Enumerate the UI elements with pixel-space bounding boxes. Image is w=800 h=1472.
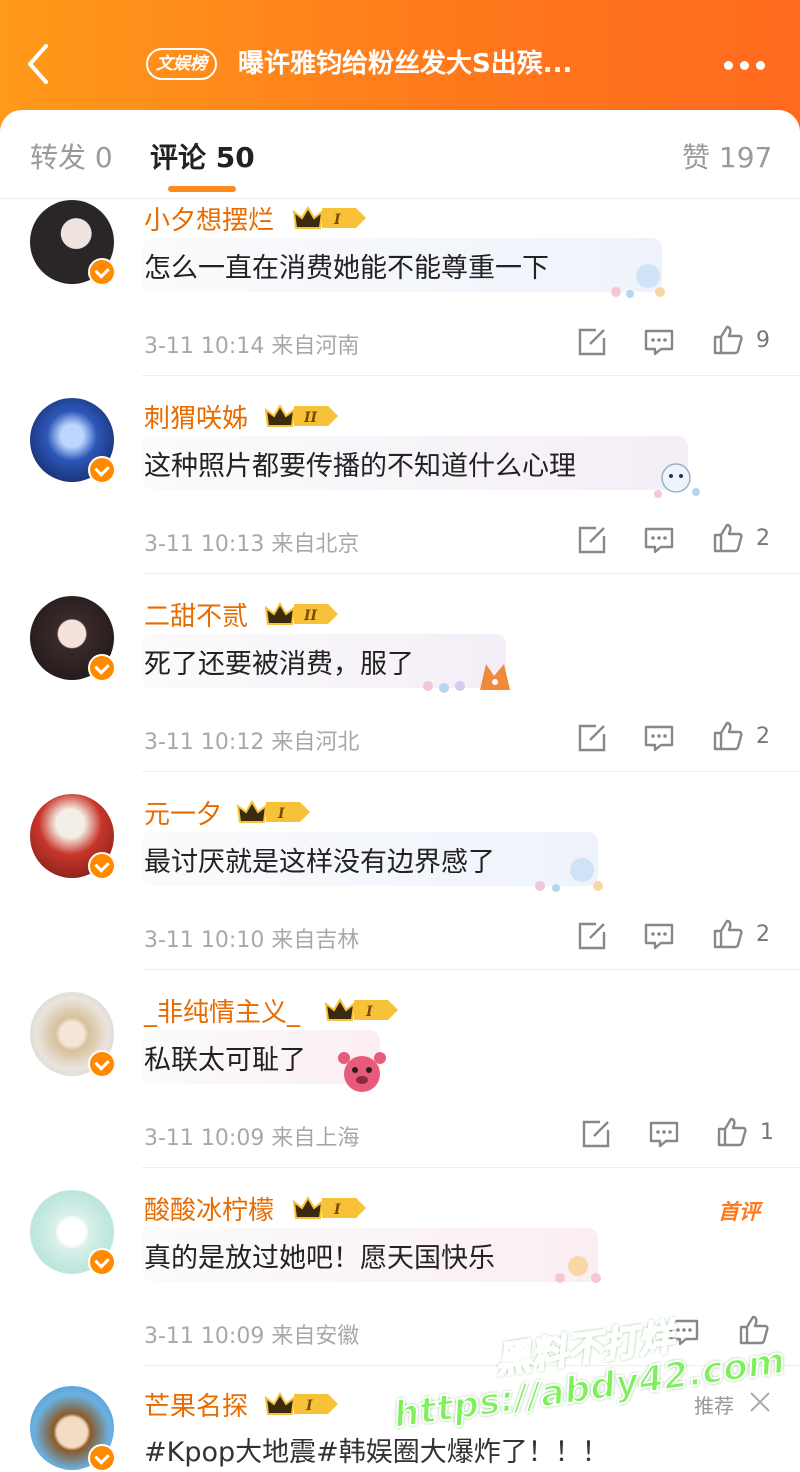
comment-meta: 3-11 10:14 来自河南 <box>144 334 360 359</box>
verified-badge-icon <box>88 1248 116 1276</box>
level-crown-icon: I <box>236 800 310 823</box>
svg-text:II: II <box>303 608 318 624</box>
username[interactable]: 芒果名探 <box>144 1386 248 1423</box>
back-arrow-icon[interactable] <box>20 40 60 88</box>
svg-text:II: II <box>303 410 318 426</box>
level-crown-icon: I <box>292 206 366 229</box>
comment-text[interactable]: #Kpop大地震#韩娱圈大爆炸了！！！ <box>144 1430 609 1469</box>
level-crown-icon: I <box>264 1392 338 1415</box>
verified-badge-icon <box>88 852 116 880</box>
divider <box>142 771 800 772</box>
more-icon[interactable] <box>724 55 774 70</box>
comment-text[interactable]: 最讨厌就是这样没有边界感了 <box>144 840 495 879</box>
reply-icon[interactable] <box>643 524 675 556</box>
avatar[interactable] <box>30 1386 116 1472</box>
like-icon[interactable] <box>712 324 744 356</box>
like-count: 9 <box>756 328 770 353</box>
like-icon[interactable] <box>712 522 744 554</box>
avatar[interactable] <box>30 794 116 880</box>
bubble-decoration-icon <box>611 264 665 298</box>
avatar[interactable] <box>30 596 116 682</box>
reply-icon[interactable] <box>643 722 675 754</box>
verified-badge-icon <box>88 1444 116 1472</box>
level-crown-icon: I <box>324 998 398 1021</box>
tab-comments[interactable]: 评论 50 <box>150 136 255 176</box>
share-icon[interactable] <box>580 1118 612 1150</box>
divider <box>142 969 800 970</box>
close-icon[interactable] <box>748 1390 772 1414</box>
like-icon[interactable] <box>738 1314 770 1346</box>
reply-icon[interactable] <box>643 326 675 358</box>
svg-text:I: I <box>333 1202 341 1218</box>
entertainment-rank-badge[interactable]: 文娱榜 <box>146 48 217 80</box>
svg-text:I: I <box>277 806 285 822</box>
level-crown-icon: II <box>264 404 338 427</box>
like-count: 2 <box>756 526 770 551</box>
like-count: 1 <box>760 1120 774 1145</box>
active-tab-indicator <box>168 186 236 192</box>
username[interactable]: 元一夕 <box>144 794 222 831</box>
like-count: 2 <box>756 922 770 947</box>
verified-badge-icon <box>88 654 116 682</box>
verified-badge-icon <box>88 456 116 484</box>
tab-bar: 转发 0 评论 50 赞 197 <box>0 110 800 199</box>
svg-text:I: I <box>333 212 341 228</box>
reply-icon[interactable] <box>643 920 675 952</box>
reply-icon[interactable] <box>648 1118 680 1150</box>
recommend-label: 推荐 <box>694 1394 734 1418</box>
comment-meta: 3-11 10:09 来自安徽 <box>144 1324 360 1349</box>
first-comment-tag: 首评 <box>718 1200 760 1224</box>
comment-meta: 3-11 10:12 来自河北 <box>144 730 360 755</box>
comment-meta: 3-11 10:10 来自吉林 <box>144 928 360 953</box>
bubble-decoration-icon <box>555 1256 601 1283</box>
share-icon[interactable] <box>576 722 608 754</box>
avatar[interactable] <box>30 1190 116 1276</box>
level-crown-icon: II <box>264 602 338 625</box>
divider <box>142 573 800 574</box>
username[interactable]: 刺猬咲姊 <box>144 398 248 435</box>
username[interactable]: 酸酸冰柠檬 <box>144 1190 274 1227</box>
svg-text:I: I <box>305 1398 313 1414</box>
tab-likes[interactable]: 赞 197 <box>682 136 772 176</box>
share-icon[interactable] <box>576 326 608 358</box>
like-icon[interactable] <box>712 720 744 752</box>
comment-text[interactable]: 私联太可耻了 <box>144 1038 306 1077</box>
bubble-decoration-icon <box>654 463 700 498</box>
verified-badge-icon <box>88 258 116 286</box>
comment-text[interactable]: 真的是放过她吧！愿天国快乐 <box>144 1236 495 1275</box>
bubble-decoration-icon <box>535 858 603 892</box>
avatar[interactable] <box>30 200 116 286</box>
bubble-decoration-icon <box>338 1052 386 1092</box>
share-icon[interactable] <box>576 524 608 556</box>
like-icon[interactable] <box>716 1116 748 1148</box>
bubble-decoration-icon <box>423 664 510 693</box>
avatar[interactable] <box>30 398 116 484</box>
tab-repost[interactable]: 转发 0 <box>30 136 113 176</box>
comment-text[interactable]: 这种照片都要传播的不知道什么心理 <box>144 444 576 483</box>
comment-meta: 3-11 10:13 来自北京 <box>144 532 360 557</box>
comment-text[interactable]: 怎么一直在消费她能不能尊重一下 <box>144 246 549 285</box>
username[interactable]: _非纯情主义_ <box>144 992 300 1029</box>
username[interactable]: 小夕想摆烂 <box>144 200 274 237</box>
level-crown-icon: I <box>292 1196 366 1219</box>
share-icon[interactable] <box>576 920 608 952</box>
divider <box>142 375 800 376</box>
comment-meta: 3-11 10:09 来自上海 <box>144 1126 360 1151</box>
avatar[interactable] <box>30 992 116 1078</box>
page-title[interactable]: 曝许雅钧给粉丝发大S出殡... <box>238 44 658 84</box>
like-count: 2 <box>756 724 770 749</box>
username[interactable]: 二甜不贰 <box>144 596 248 633</box>
comment-text[interactable]: 死了还要被消费，服了 <box>144 642 414 681</box>
divider <box>142 1167 800 1168</box>
like-icon[interactable] <box>712 918 744 950</box>
verified-badge-icon <box>88 1050 116 1078</box>
svg-text:I: I <box>365 1004 373 1020</box>
